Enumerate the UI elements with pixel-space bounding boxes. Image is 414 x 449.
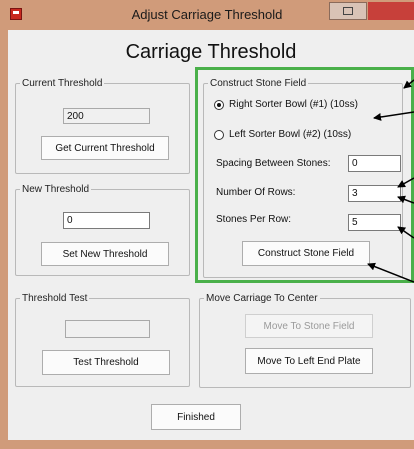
arrow-stones-per-row <box>397 226 414 239</box>
annotation-arrows <box>367 79 414 283</box>
arrow-right-sorter <box>403 79 414 89</box>
dialog-window: Adjust Carriage Threshold Carriage Thres… <box>0 0 414 449</box>
arrow-spacing <box>397 177 414 188</box>
arrow-left-sorter <box>373 111 414 121</box>
arrow-rows <box>397 195 414 204</box>
arrow-construct <box>367 262 414 283</box>
